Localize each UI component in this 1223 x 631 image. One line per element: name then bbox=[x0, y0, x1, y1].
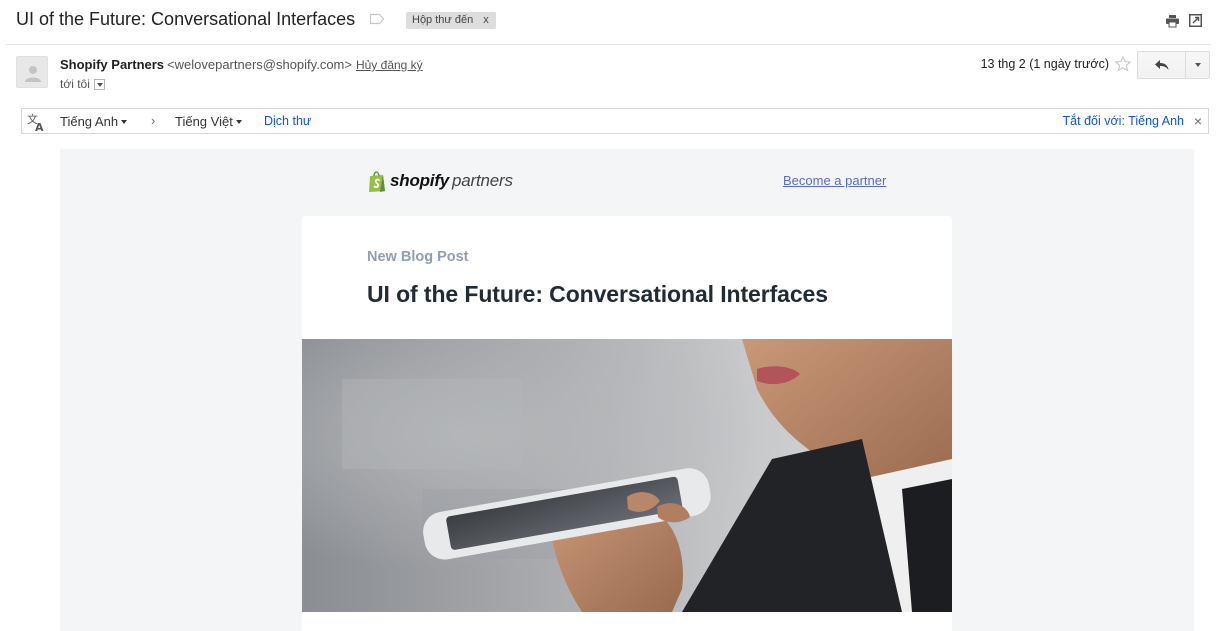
chevron-down-icon bbox=[1194, 63, 1201, 67]
show-details-dropdown[interactable] bbox=[93, 79, 105, 90]
sender-email: <welovepartners@shopify.com> bbox=[167, 57, 352, 72]
target-language-label: Tiếng Việt bbox=[175, 114, 233, 129]
email-subject: UI of the Future: Conversational Interfa… bbox=[16, 9, 356, 29]
become-partner-link[interactable]: Become a partner bbox=[783, 173, 886, 188]
chevron-down-icon bbox=[235, 120, 242, 124]
blog-post-card: New Blog Post UI of the Future: Conversa… bbox=[302, 216, 952, 631]
shopify-bag-icon bbox=[369, 170, 385, 192]
star-icon[interactable] bbox=[1114, 55, 1132, 73]
more-actions-button[interactable] bbox=[1186, 52, 1209, 78]
email-body: shopify partners Become a partner New Bl… bbox=[60, 149, 1194, 631]
reply-icon bbox=[1154, 60, 1168, 70]
hero-image[interactable] bbox=[302, 339, 952, 612]
reply-button-group bbox=[1137, 51, 1210, 79]
remove-label-button[interactable]: x bbox=[483, 14, 489, 26]
target-language-select[interactable]: Tiếng Việt bbox=[175, 114, 242, 129]
source-language-select[interactable]: Tiếng Anh bbox=[60, 114, 128, 129]
close-icon[interactable]: × bbox=[1194, 113, 1202, 129]
source-language-label: Tiếng Anh bbox=[60, 114, 119, 129]
unsubscribe-link[interactable]: Hủy đăng ký bbox=[356, 58, 423, 72]
new-window-icon[interactable] bbox=[1189, 14, 1202, 27]
subject-divider bbox=[6, 44, 1211, 45]
post-kicker: New Blog Post bbox=[367, 249, 469, 265]
inbox-label-chip[interactable]: Hộp thư đến x bbox=[406, 12, 496, 29]
sender-line: Shopify Partners <welovepartners@shopify.… bbox=[60, 57, 423, 72]
inbox-label-text: Hộp thư đến bbox=[412, 14, 474, 26]
avatar[interactable] bbox=[16, 56, 48, 88]
shopify-partners-logo[interactable]: shopify partners bbox=[367, 168, 513, 194]
avatar-icon bbox=[25, 66, 41, 82]
translate-bar: 文 A Tiếng Anh › Tiếng Việt Dịch thư Tắt … bbox=[21, 108, 1209, 134]
translate-icon: 文 A bbox=[27, 112, 44, 132]
reply-button[interactable] bbox=[1138, 52, 1186, 78]
recipient-text: tới tôi bbox=[60, 77, 90, 91]
chevron-right-icon: › bbox=[151, 113, 156, 128]
logo-text-partners: partners bbox=[452, 171, 513, 190]
translate-message-link[interactable]: Dịch thư bbox=[264, 114, 311, 128]
sender-name[interactable]: Shopify Partners bbox=[60, 57, 164, 72]
chevron-down-icon bbox=[121, 120, 128, 124]
logo-text-shopify: shopify bbox=[390, 171, 450, 190]
turn-off-translation-link[interactable]: Tắt đối với: Tiếng Anh bbox=[1063, 114, 1184, 128]
subject-bar: UI of the Future: Conversational Interfa… bbox=[0, 0, 1223, 44]
post-headline[interactable]: UI of the Future: Conversational Interfa… bbox=[367, 281, 828, 308]
label-icon[interactable] bbox=[369, 13, 385, 25]
print-icon[interactable] bbox=[1165, 14, 1180, 28]
svg-text:A: A bbox=[35, 121, 44, 132]
recipient-line: tới tôi bbox=[60, 77, 105, 91]
email-date: 13 thg 2 (1 ngày trước) bbox=[980, 57, 1109, 71]
